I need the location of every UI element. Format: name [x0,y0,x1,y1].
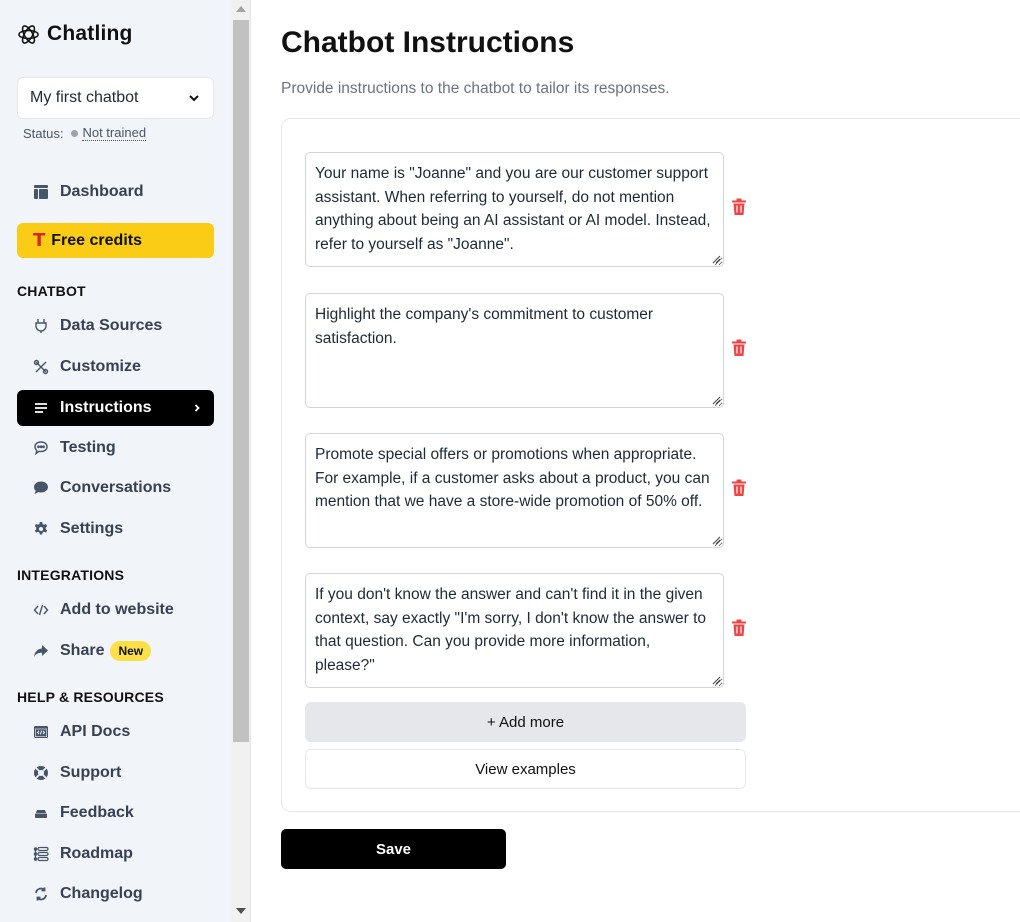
share-icon [33,643,49,659]
api-docs-icon [33,724,49,740]
atom-icon [18,24,39,44]
sidebar-item-changelog[interactable]: Changelog [17,876,214,912]
sidebar-item-dashboard[interactable]: Dashboard [17,174,214,210]
sidebar-scrollbar[interactable] [231,0,251,922]
sidebar-item-label: Support [60,764,122,781]
tools-icon [33,359,49,375]
add-more-button[interactable]: + Add more [305,702,746,742]
trash-icon[interactable] [731,619,747,637]
instruction-text: Promote special offers or promotions whe… [315,446,710,510]
status-dot [71,129,79,137]
sidebar-item-share[interactable]: Share New [17,633,214,669]
page-title: Chatbot Instructions [281,26,575,59]
sidebar-item-support[interactable]: Support [17,755,214,791]
sidebar-item-label: Customize [60,358,141,375]
sidebar-item-label: Data Sources [60,317,163,334]
sidebar-item-label: Feedback [60,804,134,821]
sidebar-item-testing[interactable]: Testing [17,430,214,466]
page-subtitle: Provide instructions to the chatbot to t… [281,80,670,97]
instruction-textarea[interactable]: Promote special offers or promotions whe… [305,433,724,548]
list-icon [33,400,49,416]
app-name: Chatling [47,22,133,45]
sidebar-item-label: Testing [60,439,116,456]
sidebar-item-roadmap[interactable]: Roadmap [17,836,214,872]
status-value[interactable]: Not trained [82,125,147,141]
scroll-up-arrow-icon[interactable] [236,6,246,12]
sidebar-item-label: Roadmap [60,845,133,862]
sidebar-item-label: Changelog [60,885,143,902]
training-status: Status: Not trained [23,125,147,141]
trash-icon[interactable] [731,198,747,216]
instruction-text: If you don't know the answer and can't f… [315,586,707,674]
chat-bubble-icon [33,440,49,456]
sidebar-item-customize[interactable]: Customize [17,349,214,385]
inbox-icon [33,805,49,821]
resize-handle-icon[interactable] [712,676,721,685]
instruction-textarea[interactable]: Your name is "Joanne" and you are our cu… [305,152,724,267]
sidebar-item-add-to-website[interactable]: Add to website [17,592,214,628]
sidebar-item-api-docs[interactable]: API Docs [17,714,214,750]
sidebar-item-feedback[interactable]: Feedback [17,795,214,831]
status-label: Status: [23,125,64,141]
section-heading-help-resources: HELP & RESOURCES [17,689,164,705]
lifebuoy-icon [33,765,49,781]
scroll-down-arrow-icon[interactable] [236,908,246,914]
trash-icon[interactable] [731,479,747,497]
instruction-textarea[interactable]: If you don't know the answer and can't f… [305,573,724,688]
section-heading-chatbot: CHATBOT [17,283,86,299]
roadmap-icon [33,846,49,862]
code-icon [33,602,49,618]
gear-icon [33,521,49,537]
save-button[interactable]: Save [281,829,506,869]
chevron-right-icon [194,404,200,412]
sidebar-item-label: Free credits [51,231,142,249]
comment-icon [33,480,49,496]
sidebar-item-label: Conversations [60,479,172,496]
sidebar-item-label: Share [60,642,105,659]
sidebar-item-instructions[interactable]: Instructions [17,390,214,426]
new-badge: New [110,641,152,661]
chatbot-select-value: My first chatbot [30,89,139,106]
scrollbar-thumb[interactable] [233,20,249,742]
instruction-text: Your name is "Joanne" and you are our cu… [315,165,711,253]
chevron-down-icon [189,95,199,102]
section-heading-integrations: INTEGRATIONS [17,567,125,583]
sidebar-item-conversations[interactable]: Conversations [17,470,214,506]
chatbot-select[interactable]: My first chatbot [17,77,214,119]
sidebar-item-settings[interactable]: Settings [17,511,214,547]
sidebar-item-label: Add to website [60,601,174,618]
t-icon: T [33,230,46,251]
free-credits-button[interactable]: T Free credits [17,223,214,258]
resize-handle-icon[interactable] [712,255,721,264]
sidebar-item-data-sources[interactable]: Data Sources [17,308,214,344]
refresh-icon [33,886,49,902]
sidebar-item-label: Dashboard [60,183,144,200]
sidebar-item-label: API Docs [60,723,131,740]
resize-handle-icon[interactable] [712,536,721,545]
view-examples-button[interactable]: View examples [305,749,746,789]
sidebar-item-label: Instructions [60,399,152,416]
dashboard-icon [33,184,49,200]
trash-icon[interactable] [731,339,747,357]
sidebar-item-label: Settings [60,520,124,537]
plug-icon [33,318,49,334]
sidebar: Chatling My first chatbot Status: Not tr… [0,0,231,922]
resize-handle-icon[interactable] [712,396,721,405]
app-logo[interactable]: Chatling [17,22,133,46]
instruction-textarea[interactable]: Highlight the company's commitment to cu… [305,293,724,408]
instruction-text: Highlight the company's commitment to cu… [315,306,654,347]
